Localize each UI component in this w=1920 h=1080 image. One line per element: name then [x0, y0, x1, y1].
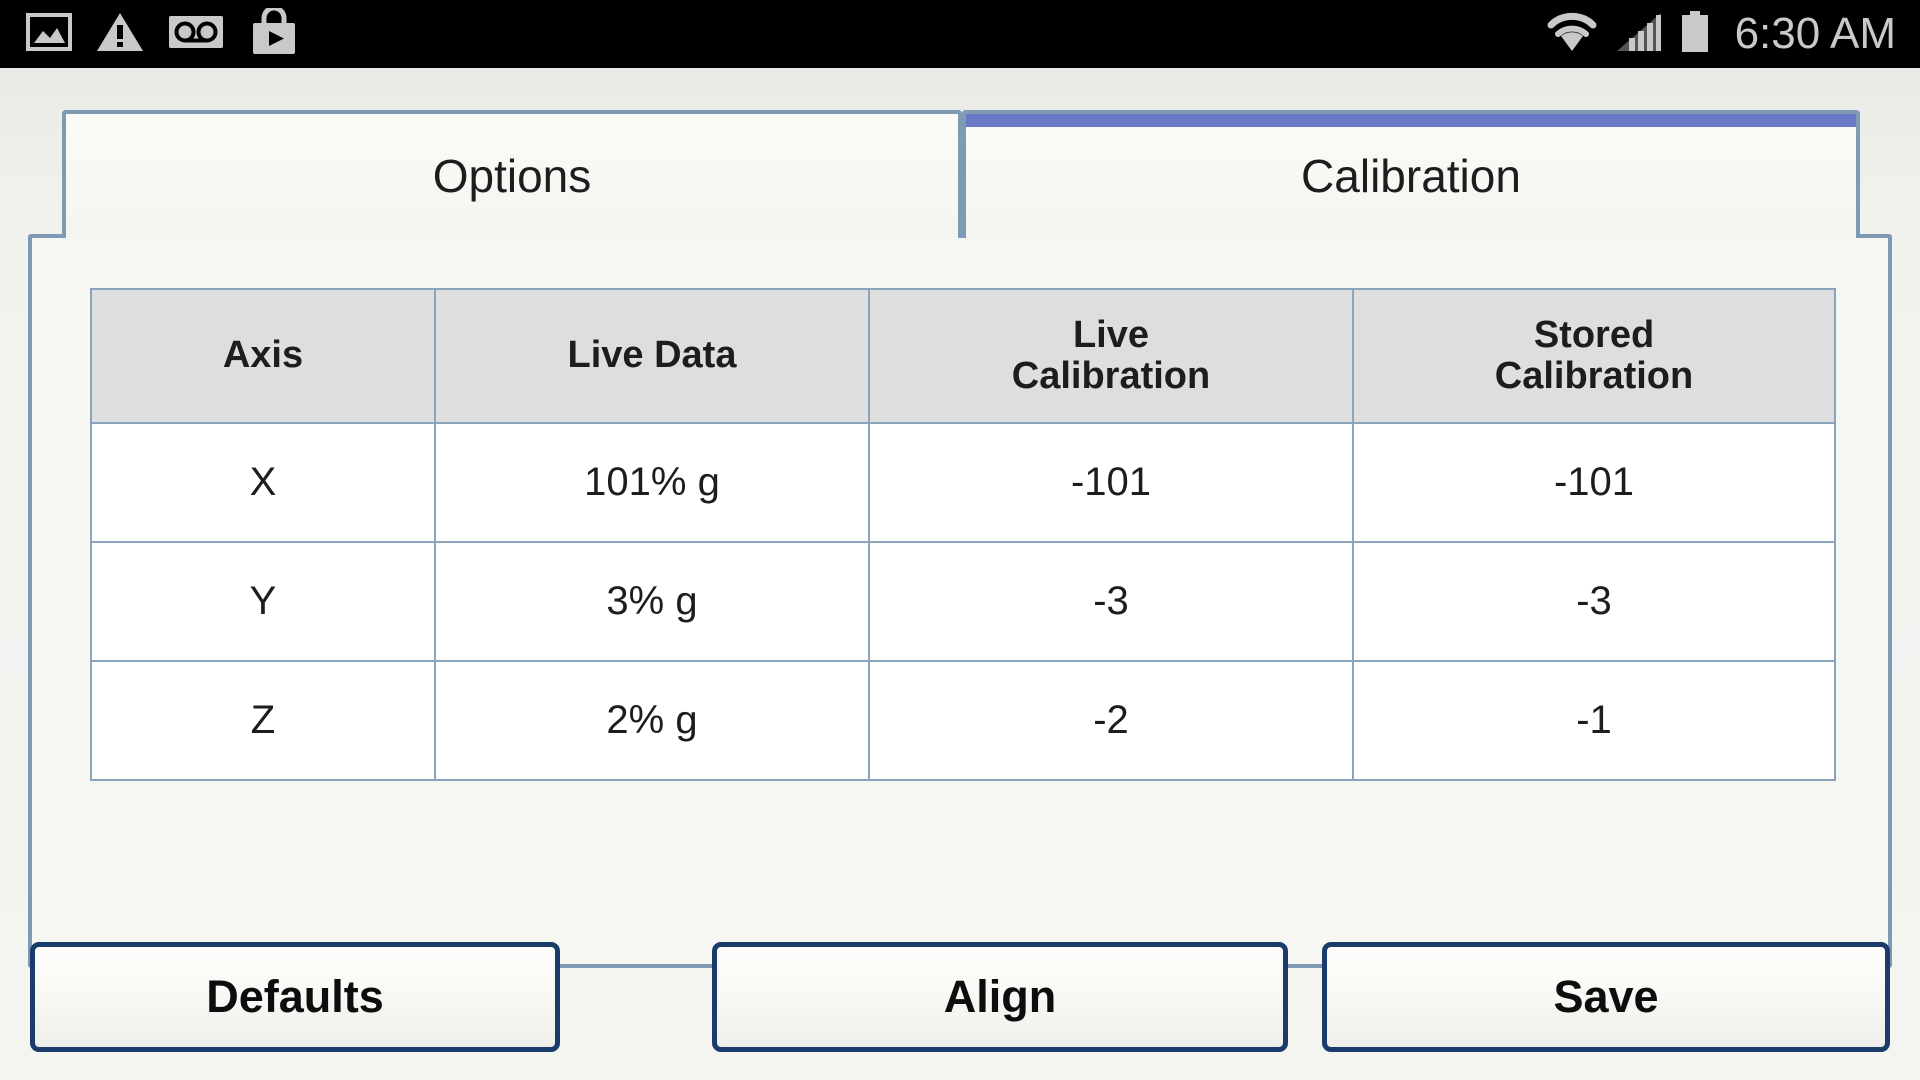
defaults-button[interactable]: Defaults	[30, 942, 560, 1052]
tab-options-label: Options	[432, 150, 592, 202]
column-header-stored-calibration-line2: Calibration	[1494, 355, 1694, 397]
tab-calibration-label: Calibration	[1301, 150, 1521, 202]
cell-axis: Z	[90, 660, 436, 781]
tab-bar: Options Calibration	[0, 110, 1920, 238]
column-header-live-calibration: Live Calibration	[868, 288, 1354, 424]
calibration-panel: Axis Live Data Live Calibration Stored C…	[28, 234, 1892, 968]
align-button[interactable]: Align	[712, 942, 1288, 1052]
column-header-live-data: Live Data	[434, 288, 870, 424]
column-header-live-calibration-line2: Calibration	[1011, 355, 1211, 397]
status-bar: 6:30 AM	[0, 0, 1920, 68]
app-screen: 6:30 AM Options Calibration Axis Live Da…	[0, 0, 1920, 1080]
tab-options[interactable]: Options	[62, 110, 962, 238]
tab-calibration[interactable]: Calibration	[962, 110, 1860, 238]
defaults-button-label: Defaults	[206, 971, 384, 1022]
cell-stored-calibration: -101	[1352, 422, 1836, 543]
button-bar: Defaults Align Save	[0, 942, 1920, 1062]
status-bar-left-icons	[0, 5, 300, 61]
align-button-label: Align	[943, 971, 1057, 1022]
cell-live-calibration[interactable]: -2	[868, 660, 1354, 781]
cell-live-data: 2% g	[434, 660, 870, 781]
save-button[interactable]: Save	[1322, 942, 1890, 1052]
column-header-axis-line1: Axis	[222, 334, 304, 377]
status-bar-clock: 6:30 AM	[1734, 9, 1896, 58]
battery-icon	[1679, 10, 1711, 59]
table-row[interactable]: Y 3% g -3 -3	[90, 541, 1836, 662]
cell-live-data: 101% g	[434, 422, 870, 543]
column-header-stored-calibration: Stored Calibration	[1352, 288, 1836, 424]
table-row[interactable]: Z 2% g -2 -1	[90, 660, 1836, 781]
table-row[interactable]: X 101% g -101 -101	[90, 422, 1836, 543]
cell-live-calibration[interactable]: -101	[868, 422, 1354, 543]
cell-stored-calibration: -1	[1352, 660, 1836, 781]
warning-icon	[96, 11, 144, 58]
column-header-live-calibration-line1: Live	[1072, 313, 1150, 356]
status-bar-right-icons: 6:30 AM	[1545, 10, 1920, 59]
cellular-signal-icon	[1615, 11, 1663, 58]
table-header-row: Axis Live Data Live Calibration Stored C…	[90, 288, 1836, 424]
cell-live-calibration[interactable]: -3	[868, 541, 1354, 662]
calibration-table: Axis Live Data Live Calibration Stored C…	[90, 288, 1836, 781]
column-header-stored-calibration-line1: Stored	[1533, 313, 1655, 356]
play-store-icon	[248, 5, 300, 61]
cell-live-data: 3% g	[434, 541, 870, 662]
cell-stored-calibration: -3	[1352, 541, 1836, 662]
tab-active-indicator	[966, 114, 1856, 127]
screenshot-icon	[26, 12, 72, 57]
save-button-label: Save	[1553, 971, 1659, 1022]
column-header-live-data-line1: Live Data	[567, 334, 737, 377]
main-content: Options Calibration Axis Live Data Live …	[0, 68, 1920, 1080]
cell-axis: X	[90, 422, 436, 543]
cell-axis: Y	[90, 541, 436, 662]
voicemail-icon	[168, 13, 224, 56]
column-header-axis: Axis	[90, 288, 436, 424]
wifi-icon	[1545, 11, 1599, 58]
